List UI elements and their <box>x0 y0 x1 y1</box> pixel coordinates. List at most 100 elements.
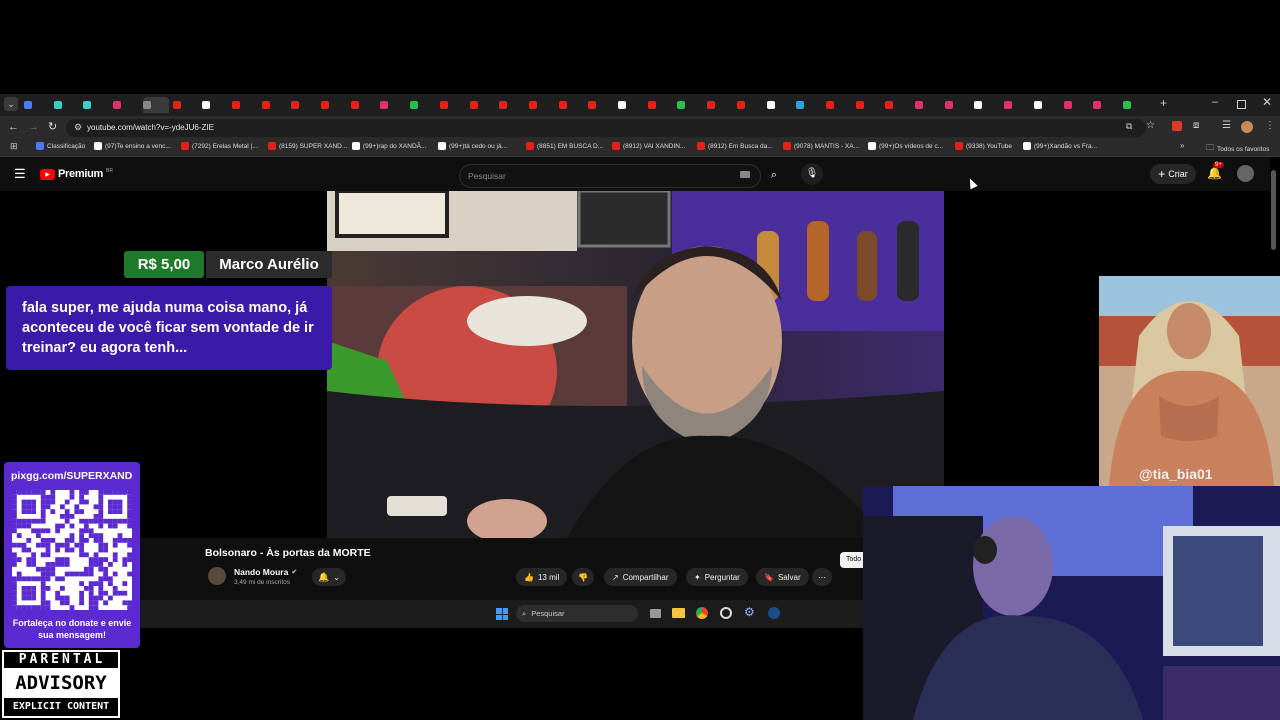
file-explorer-icon[interactable] <box>672 608 685 618</box>
hamburger-menu-icon[interactable]: ☰ <box>14 166 26 182</box>
menu-kebab-icon[interactable]: ⋮ <box>1265 120 1275 131</box>
browser-tab[interactable] <box>885 97 911 113</box>
browser-tab[interactable] <box>113 97 139 113</box>
extension-icon[interactable] <box>1172 121 1182 131</box>
keyboard-icon[interactable] <box>740 171 750 178</box>
browser-tab[interactable] <box>974 97 1000 113</box>
channel-avatar[interactable] <box>208 567 226 585</box>
browser-tab[interactable] <box>1122 97 1149 113</box>
new-tab-button[interactable]: + <box>1160 96 1167 110</box>
browser-tab[interactable] <box>410 97 436 113</box>
search-input[interactable]: Pesquisar <box>459 164 761 188</box>
task-view-icon[interactable] <box>650 609 661 618</box>
browser-tab[interactable] <box>915 97 941 113</box>
browser-tab[interactable] <box>142 97 169 113</box>
back-icon[interactable]: ← <box>8 121 19 133</box>
install-app-icon[interactable]: ⧉ <box>1126 121 1132 132</box>
video-player[interactable] <box>327 191 944 538</box>
browser-tab[interactable] <box>1063 97 1090 113</box>
browser-tab[interactable] <box>231 97 258 113</box>
browser-tab[interactable] <box>53 97 80 113</box>
notifications-button[interactable]: 🔔 9+ <box>1207 162 1224 180</box>
subscribed-button[interactable]: 🔔 ⌄ <box>312 568 346 586</box>
browser-tab[interactable] <box>202 97 228 113</box>
chrome-icon[interactable] <box>696 607 708 619</box>
steam-icon[interactable] <box>768 607 780 619</box>
browser-tab[interactable] <box>321 97 347 113</box>
browser-tab[interactable] <box>24 97 50 113</box>
search-button[interactable]: ⌕ <box>762 164 786 186</box>
bookmark-item[interactable]: (8851) EM BUSCA D... <box>526 142 603 150</box>
browser-tab[interactable] <box>1093 97 1119 113</box>
settings-gear-icon[interactable]: ⚙ <box>744 605 755 619</box>
channel-name[interactable]: Nando Moura ✔ <box>234 567 297 577</box>
like-button[interactable]: 👍 13 mil <box>516 568 568 586</box>
browser-tab[interactable] <box>261 97 288 113</box>
browser-tab[interactable] <box>469 97 496 113</box>
browser-tab[interactable] <box>528 97 555 113</box>
browser-tab[interactable] <box>825 97 852 113</box>
close-window-button[interactable]: ✕ <box>1262 95 1272 109</box>
browser-tab[interactable] <box>796 97 822 113</box>
browser-tab[interactable] <box>944 97 971 113</box>
account-avatar[interactable] <box>1237 165 1254 182</box>
browser-tab[interactable] <box>83 97 109 113</box>
youtube-logo[interactable]: ▶ Premium BR <box>40 168 113 180</box>
browser-tab[interactable] <box>588 97 614 113</box>
browser-tab[interactable] <box>736 97 763 113</box>
bookmark-item[interactable]: (9338) YouTube <box>955 142 1012 150</box>
browser-tab[interactable] <box>291 97 317 113</box>
tab-search-button[interactable]: ⌄ <box>4 97 18 111</box>
browser-tab[interactable] <box>766 97 793 113</box>
bookmark-item[interactable]: (97)Te ensino a venc... <box>94 142 171 150</box>
forward-icon[interactable]: → <box>28 121 39 133</box>
browser-tab[interactable] <box>499 97 525 113</box>
bookmark-item[interactable]: (99+)Xandão vs Fra... <box>1023 142 1097 150</box>
browser-tab[interactable] <box>439 97 466 113</box>
bookmark-item[interactable]: (8159) SUPER XAND... <box>268 142 347 150</box>
minimize-button[interactable]: – <box>1212 96 1218 108</box>
reload-icon[interactable]: ↻ <box>48 120 57 133</box>
browser-tab[interactable] <box>380 97 406 113</box>
address-field[interactable]: ⚙ youtube.com/watch?v=-ydeJU6-ZIE ⧉ <box>66 119 1146 137</box>
browser-tab[interactable] <box>647 97 674 113</box>
browser-tab[interactable] <box>1004 97 1030 113</box>
bookmark-item[interactable]: (99+)tá cedo ou já... <box>438 142 507 150</box>
browser-tab[interactable] <box>172 97 199 113</box>
bookmark-item[interactable]: (7292) Erelas Metal |... <box>181 142 258 150</box>
bookmark-item[interactable]: (99+)rap do XANDÃ... <box>352 142 426 150</box>
sidebar-icon[interactable]: ☰ <box>1222 120 1231 131</box>
ask-button[interactable]: ✦ Perguntar <box>686 568 748 586</box>
browser-tab[interactable] <box>618 97 644 113</box>
maximize-button[interactable] <box>1237 100 1246 109</box>
browser-tab[interactable] <box>558 97 585 113</box>
apps-grid-icon[interactable]: ⊞ <box>10 141 18 152</box>
profile-avatar[interactable] <box>1241 121 1253 133</box>
dislike-button[interactable]: 👎 <box>572 568 594 586</box>
more-actions-button[interactable]: ⋯ <box>812 568 832 586</box>
browser-tab[interactable] <box>677 97 703 113</box>
more-bookmarks-icon[interactable]: » <box>1180 141 1184 150</box>
taskbar-search-input[interactable]: ⌕ Pesquisar <box>516 605 638 622</box>
all-bookmarks-folder[interactable]: 🗀 Todos os favoritos <box>1206 142 1269 156</box>
star-icon[interactable]: ☆ <box>1146 120 1155 131</box>
site-info-icon[interactable]: ⚙ <box>74 122 82 133</box>
bookmark-item[interactable]: Classificação <box>36 142 85 150</box>
browser-tab[interactable] <box>855 97 882 113</box>
url-text[interactable]: youtube.com/watch?v=-ydeJU6-ZIE <box>87 123 214 132</box>
share-button[interactable]: ↗ Compartilhar <box>604 568 677 586</box>
browser-tab[interactable] <box>1033 97 1060 113</box>
bookmark-item[interactable]: (99+)Os vídeos de c... <box>868 142 943 150</box>
bookmark-item[interactable]: (8912) VAI XANDIN... <box>612 142 685 150</box>
create-button[interactable]: + Criar <box>1150 164 1196 184</box>
extensions-puzzle-icon[interactable]: ⧈ <box>1193 120 1199 131</box>
save-button[interactable]: 🔖 Salvar <box>756 568 809 586</box>
voice-search-button[interactable]: 🎙 <box>801 163 823 185</box>
obs-icon[interactable] <box>720 607 732 619</box>
browser-tab[interactable] <box>350 97 377 113</box>
bookmark-item[interactable]: (9078) MANTIS - XA... <box>783 142 859 150</box>
browser-tab[interactable] <box>707 97 733 113</box>
page-scrollbar[interactable] <box>1271 170 1276 250</box>
windows-start-icon[interactable] <box>496 608 508 620</box>
bookmark-item[interactable]: (8912) Em Busca da... <box>697 142 773 150</box>
